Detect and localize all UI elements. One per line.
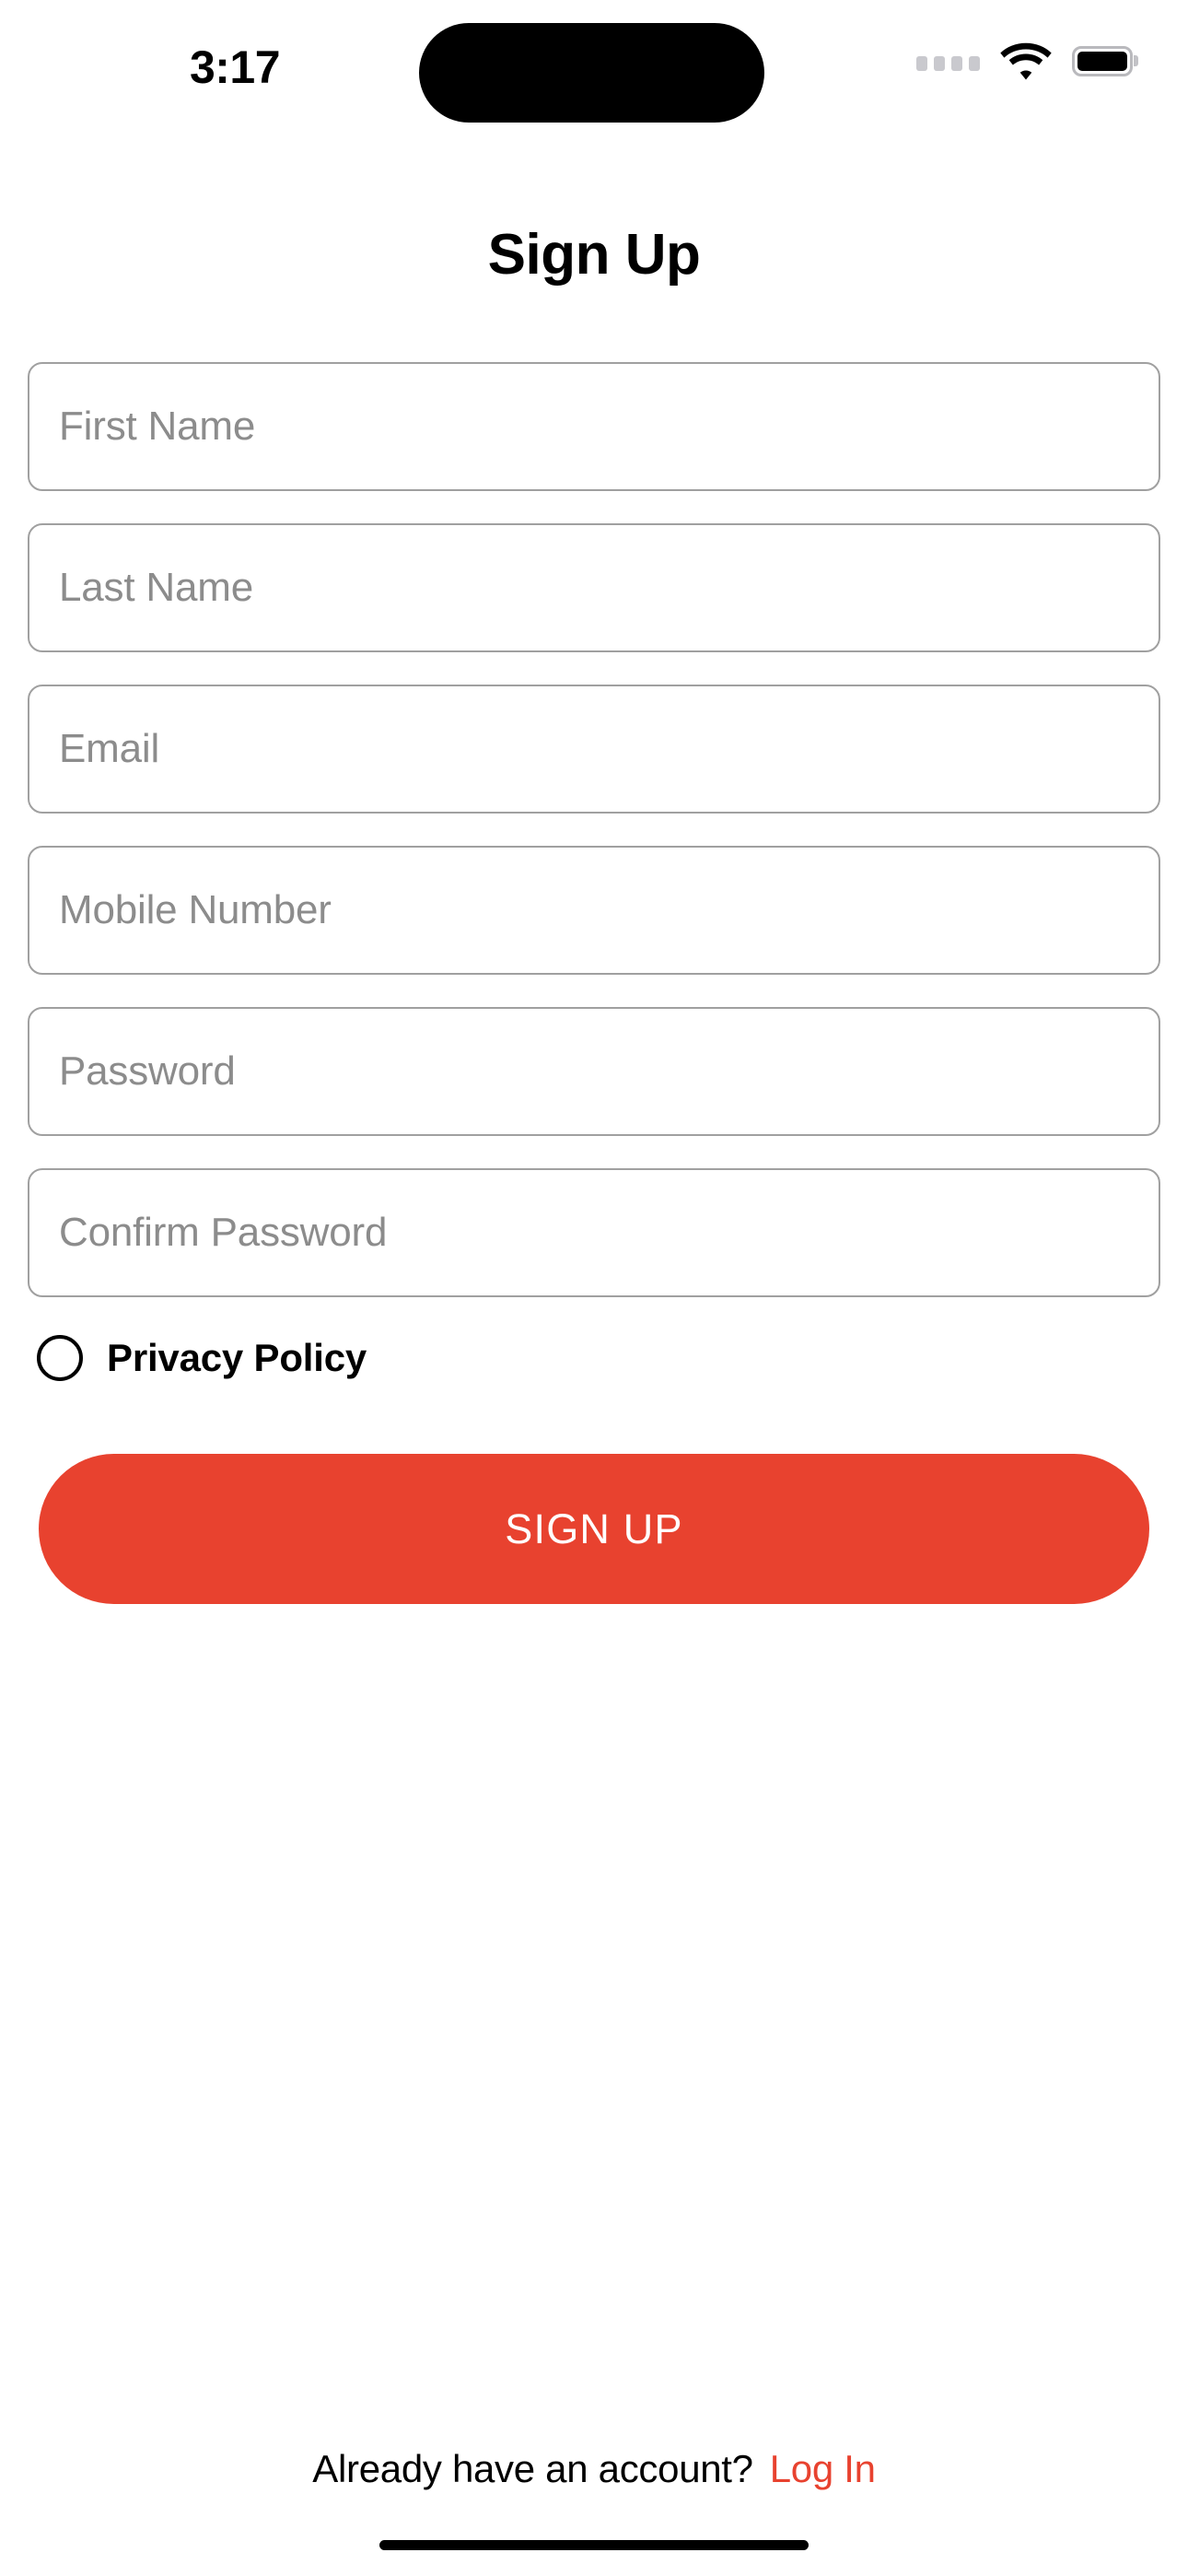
first-name-field[interactable]: First Name: [28, 362, 1160, 491]
home-indicator[interactable]: [379, 2540, 809, 2550]
wifi-icon: [1000, 42, 1052, 80]
first-name-placeholder: First Name: [59, 404, 256, 449]
status-bar-time: 3:17: [189, 41, 281, 93]
password-placeholder: Password: [59, 1048, 236, 1094]
login-prompt-text: Already have an account?: [312, 2447, 753, 2490]
mobile-number-field[interactable]: Mobile Number: [28, 846, 1160, 975]
page-title: Sign Up: [487, 223, 701, 287]
last-name-placeholder: Last Name: [59, 565, 253, 610]
confirm-password-field[interactable]: Confirm Password: [28, 1168, 1160, 1297]
signup-form: First Name Last Name Email Mobile Number…: [28, 362, 1160, 1329]
confirm-password-placeholder: Confirm Password: [59, 1210, 388, 1255]
mobile-number-placeholder: Mobile Number: [59, 887, 332, 932]
login-prompt: Already have an account? Log In: [0, 2447, 1188, 2491]
email-field[interactable]: Email: [28, 685, 1160, 814]
login-link[interactable]: Log In: [770, 2447, 876, 2491]
status-bar-indicators: [916, 37, 1133, 85]
cellular-dots-icon: [916, 51, 980, 71]
password-field[interactable]: Password: [28, 1007, 1160, 1136]
dynamic-island: [419, 23, 764, 123]
email-placeholder: Email: [59, 726, 160, 771]
privacy-policy-label[interactable]: Privacy Policy: [107, 1337, 367, 1379]
privacy-policy-row[interactable]: Privacy Policy: [37, 1335, 367, 1381]
status-bar: 3:17: [0, 0, 1188, 124]
last-name-field[interactable]: Last Name: [28, 523, 1160, 652]
battery-full-icon: [1072, 45, 1133, 76]
signup-button[interactable]: SIGN UP: [39, 1454, 1149, 1604]
signup-screen: 3:17 Sign Up First Name Last Name Email …: [0, 0, 1188, 2576]
radio-unchecked-icon[interactable]: [37, 1335, 83, 1381]
